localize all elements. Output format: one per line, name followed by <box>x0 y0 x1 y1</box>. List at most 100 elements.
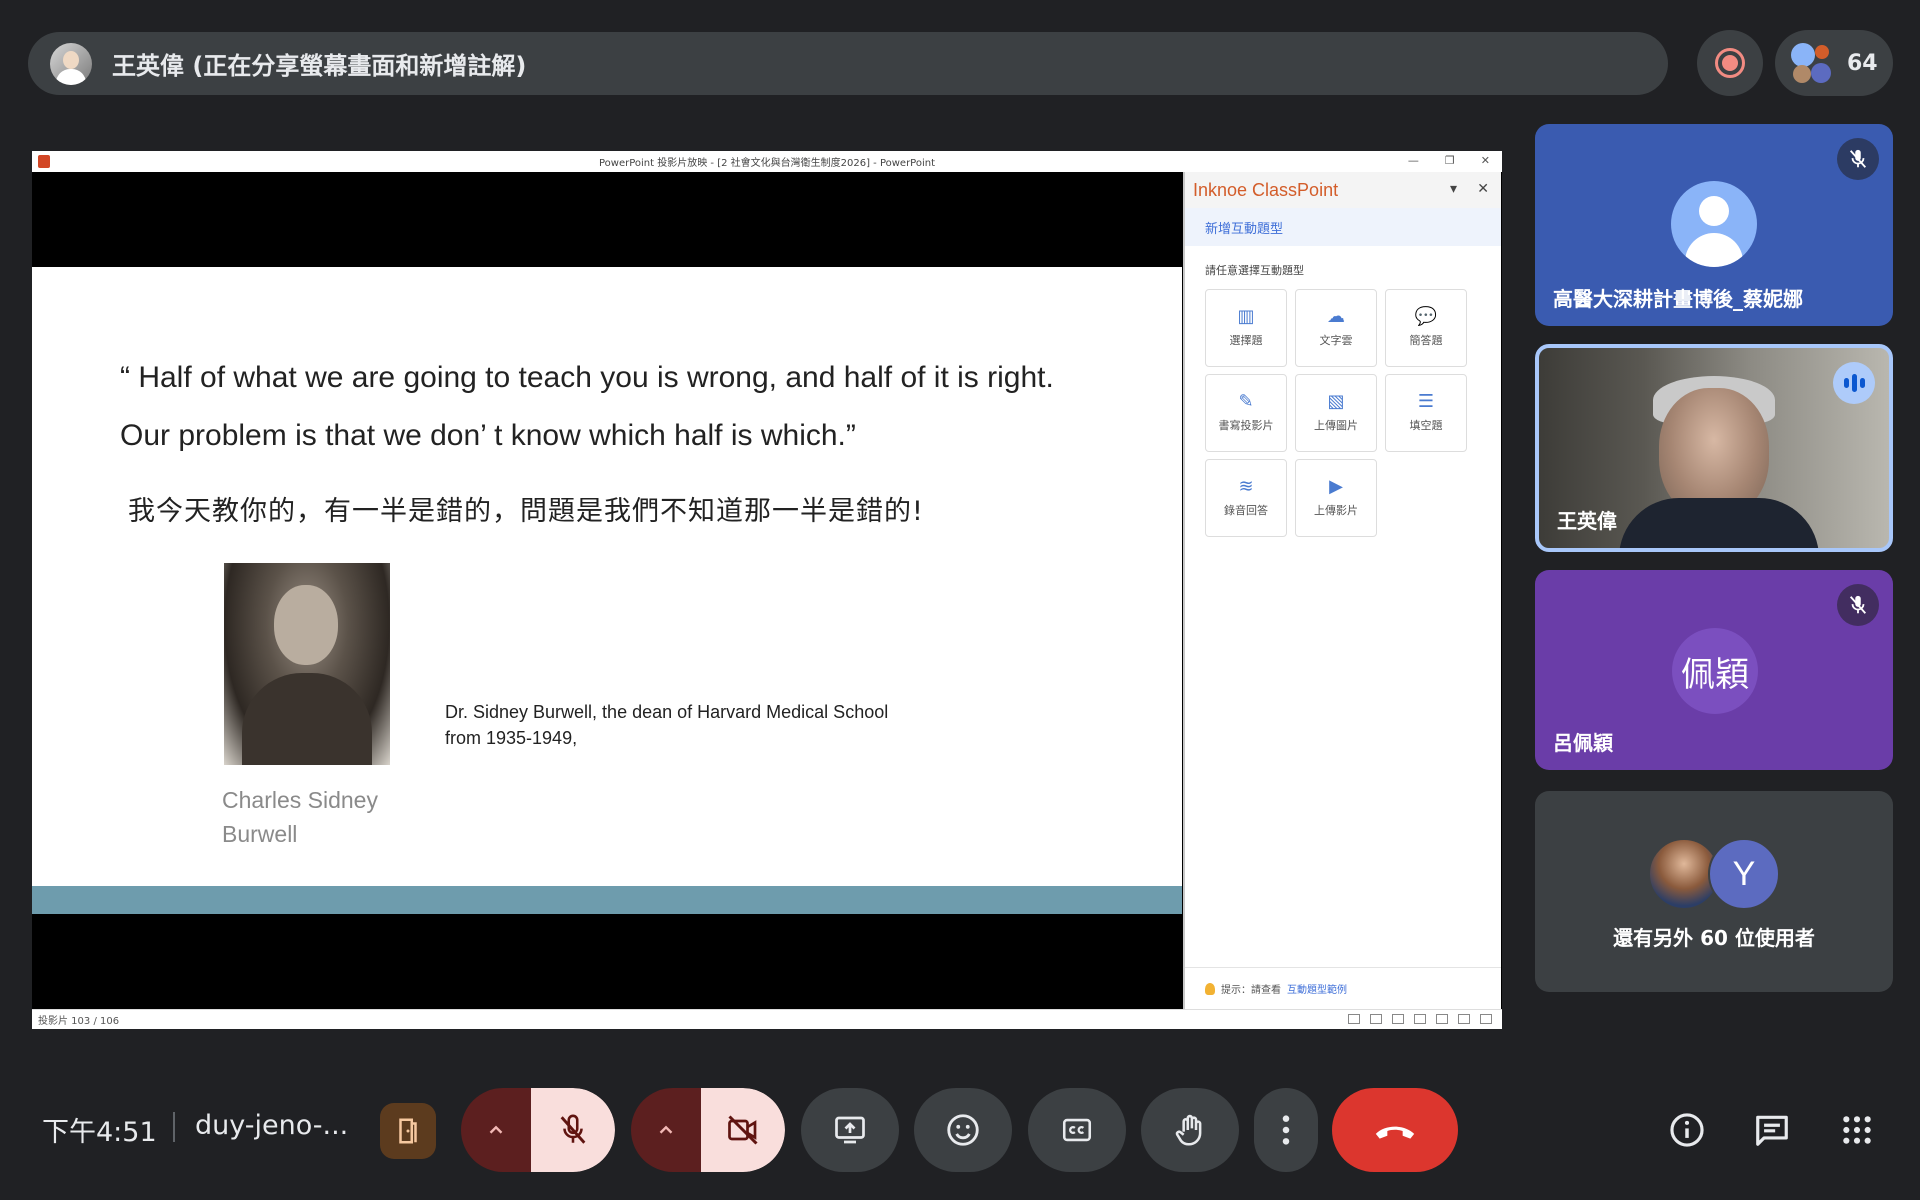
hand-icon <box>1175 1114 1202 1146</box>
presenter-avatar <box>50 42 92 85</box>
initials-avatar: 佩穎 <box>1672 628 1758 714</box>
classpoint-panel: Inknoe ClassPoint ▾ ✕ 新增互動題型 請任意選擇互動題型 ▥… <box>1183 172 1501 1009</box>
window-controls: — ❐ ✕ <box>1408 154 1490 167</box>
meeting-details-button[interactable] <box>1663 1106 1711 1154</box>
participant-name: 王英偉 <box>1557 509 1617 533</box>
leave-call-button[interactable] <box>1332 1088 1458 1172</box>
avatar-letter: Y <box>1708 838 1780 910</box>
slide-area: “ Half of what we are going to teach you… <box>32 172 1182 1009</box>
audio-wave-icon: ≋ <box>1238 476 1254 497</box>
camera-toggle-button[interactable] <box>701 1088 785 1172</box>
tile-upload-video[interactable]: ▶ 上傳影片 <box>1295 459 1377 537</box>
mic-off-icon <box>1837 584 1879 626</box>
portrait-photo <box>224 563 390 765</box>
participant-avatars-icon <box>1789 41 1837 85</box>
participant-tile-1[interactable]: 高醫大深耕計畫博後_蔡妮娜 <box>1535 124 1893 326</box>
portrait-caption: Charles Sidney Burwell <box>222 787 378 847</box>
restore-icon[interactable]: ❐ <box>1445 154 1455 167</box>
camera-control <box>631 1088 785 1172</box>
info-icon <box>1670 1113 1704 1147</box>
participant-count: 64 <box>1847 50 1878 76</box>
normal-view-icon[interactable] <box>1414 1014 1426 1024</box>
classpoint-title: Inknoe ClassPoint <box>1193 179 1339 200</box>
others-tile[interactable]: Y 還有另外 60 位使用者 <box>1535 791 1893 992</box>
recording-button[interactable] <box>1697 30 1763 96</box>
panel-close-icon[interactable]: ✕ <box>1477 180 1489 197</box>
classpoint-header: Inknoe ClassPoint ▾ ✕ <box>1185 172 1501 208</box>
dropdown-icon[interactable]: ▾ <box>1450 180 1457 197</box>
quote-english: “ Half of what we are going to teach you… <box>120 361 1054 452</box>
apps-grid-icon <box>1843 1116 1871 1144</box>
participant-tile-2[interactable]: 王英偉 <box>1535 344 1893 552</box>
tile-draw-slide[interactable]: ✎ 書寫投影片 <box>1205 374 1287 452</box>
present-screen-icon <box>835 1116 865 1144</box>
others-label: 還有另外 60 位使用者 <box>1613 926 1815 950</box>
quote-chinese: 我今天教你的，有一半是錯的，問題是我們不知道那一半是錯的! <box>128 496 924 527</box>
cloud-icon: ☁ <box>1327 306 1345 327</box>
mic-options-button[interactable] <box>461 1088 531 1172</box>
camera-options-button[interactable] <box>631 1088 701 1172</box>
reactions-button[interactable] <box>914 1088 1012 1172</box>
tile-audio-response[interactable]: ≋ 錄音回答 <box>1205 459 1287 537</box>
chevron-up-icon <box>659 1125 673 1134</box>
speaking-indicator-icon <box>1833 362 1875 404</box>
record-icon <box>1715 48 1745 78</box>
minimize-icon[interactable]: — <box>1408 154 1419 167</box>
slide: “ Half of what we are going to teach you… <box>32 267 1182 914</box>
classpoint-subtitle[interactable]: 新增互動題型 <box>1185 208 1501 246</box>
close-icon[interactable]: ✕ <box>1481 154 1490 167</box>
participant-name: 呂佩穎 <box>1553 731 1613 755</box>
dean-description: Dr. Sidney Burwell, the dean of Harvard … <box>445 702 889 748</box>
captions-icon <box>1062 1118 1092 1142</box>
people-button[interactable]: 64 <box>1775 30 1893 96</box>
breakout-room-button[interactable] <box>380 1103 436 1159</box>
question-type-grid: ▥ 選擇題 ☁ 文字雲 💬 簡答題 ✎ 書寫投影片 ▧ 上傳圖片 ☰ 填空題 ≋… <box>1205 289 1467 537</box>
divider <box>173 1112 175 1142</box>
upload-image-icon: ▧ <box>1327 391 1345 412</box>
mic-off-icon <box>560 1114 586 1144</box>
slide-footer-band <box>32 886 1182 914</box>
sorter-view-icon[interactable] <box>1436 1014 1448 1024</box>
presentation-view-icon[interactable] <box>1480 1014 1492 1024</box>
tip-link[interactable]: 互動題型範例 <box>1287 981 1347 996</box>
presenter-label: 王英偉 (正在分享螢幕畫面和新增註解) <box>112 52 527 80</box>
chat-button[interactable] <box>1748 1106 1796 1154</box>
powerpoint-icon <box>38 155 50 168</box>
door-icon <box>399 1118 417 1144</box>
present-button[interactable] <box>801 1088 899 1172</box>
tile-upload-image[interactable]: ▧ 上傳圖片 <box>1295 374 1377 452</box>
view-icons <box>1348 1014 1492 1024</box>
participant-name: 高醫大深耕計畫博後_蔡妮娜 <box>1553 287 1803 311</box>
clock: 下午4:51 <box>42 1117 157 1148</box>
ppt-titlebar: PowerPoint 投影片放映 - [2 社會文化與台灣衛生制度2026] -… <box>32 151 1502 172</box>
mic-toggle-button[interactable] <box>531 1088 615 1172</box>
slide-counter: 投影片 103 / 106 <box>38 1016 120 1027</box>
meeting-code[interactable]: duy-jeno-... <box>195 1110 348 1141</box>
captions-button[interactable] <box>1028 1088 1126 1172</box>
chat-icon <box>1756 1115 1788 1146</box>
tile-short-answer[interactable]: 💬 簡答題 <box>1385 289 1467 367</box>
ppt-window-title: PowerPoint 投影片放映 - [2 社會文化與台灣衛生制度2026] -… <box>598 158 936 169</box>
more-options-button[interactable] <box>1254 1088 1318 1172</box>
pointer-icon[interactable] <box>1348 1014 1360 1024</box>
reading-view-icon[interactable] <box>1458 1014 1470 1024</box>
phone-hangup-icon <box>1375 1126 1415 1139</box>
speech-bubble-icon: 💬 <box>1414 306 1438 327</box>
default-avatar-icon <box>1671 181 1757 267</box>
activities-button[interactable] <box>1833 1106 1881 1154</box>
notes-icon[interactable] <box>1370 1014 1382 1024</box>
bar-chart-icon: ▥ <box>1237 306 1255 327</box>
fill-blank-icon: ☰ <box>1417 391 1435 412</box>
lightbulb-icon <box>1205 982 1215 995</box>
mic-control <box>461 1088 615 1172</box>
raise-hand-button[interactable] <box>1141 1088 1239 1172</box>
tile-word-cloud[interactable]: ☁ 文字雲 <box>1295 289 1377 367</box>
slideshow-icon[interactable] <box>1392 1014 1404 1024</box>
classpoint-tip: 提示：請查看 互動題型範例 <box>1185 967 1501 1009</box>
tile-multiple-choice[interactable]: ▥ 選擇題 <box>1205 289 1287 367</box>
participant-tile-3[interactable]: 佩穎 呂佩穎 <box>1535 570 1893 770</box>
meet-window: 王英偉 (正在分享螢幕畫面和新增註解) 64 PowerPoint 投影片放映 … <box>0 0 1920 1200</box>
presenter-bar[interactable]: 王英偉 (正在分享螢幕畫面和新增註解) <box>28 32 1668 95</box>
shared-screen: PowerPoint 投影片放映 - [2 社會文化與台灣衛生制度2026] -… <box>32 151 1502 1029</box>
tile-fill-blank[interactable]: ☰ 填空題 <box>1385 374 1467 452</box>
